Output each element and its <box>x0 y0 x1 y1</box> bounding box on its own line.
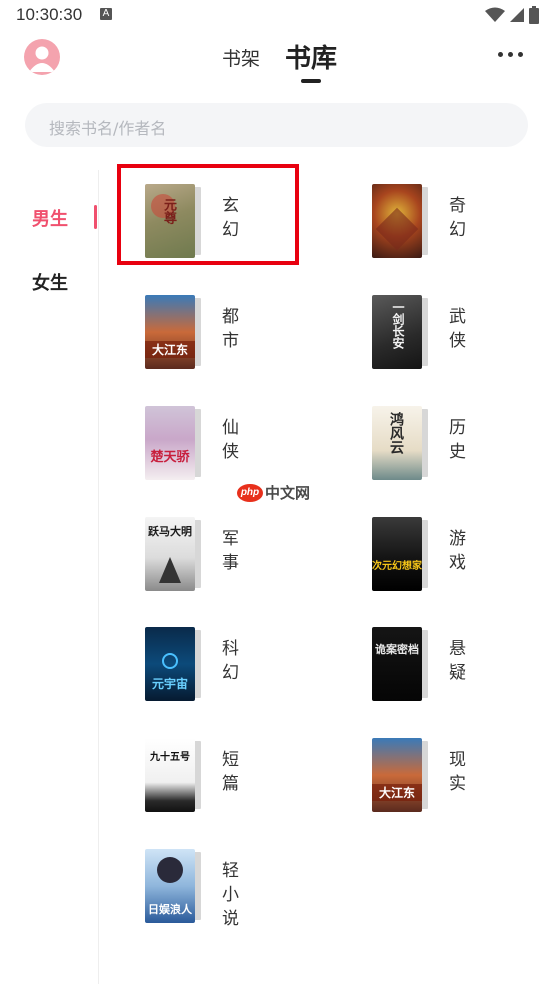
book-cover: 诡案密档 <box>372 627 428 701</box>
user-avatar[interactable] <box>24 39 60 75</box>
category-label: 现实 <box>449 750 466 794</box>
category-label: 军事 <box>222 529 239 573</box>
accessibility-indicator-icon: A <box>100 8 112 20</box>
book-cover: 楚天骄 <box>145 406 201 480</box>
category-label: 轻小说 <box>222 861 239 929</box>
search-placeholder: 搜索书名/作者名 <box>49 119 167 138</box>
status-icons <box>485 6 539 24</box>
book-cover: 九十五号 <box>145 738 201 812</box>
wifi-icon <box>485 7 505 22</box>
category-label: 仙侠 <box>222 418 239 462</box>
category-label: 游戏 <box>449 529 466 573</box>
sidebar-item-female[interactable]: 女生 <box>32 269 68 295</box>
book-cover: 大江东 <box>372 738 428 812</box>
book-cover: 鸿风云 <box>372 406 428 480</box>
category-label: 科幻 <box>222 639 239 683</box>
active-tab-indicator <box>301 79 321 83</box>
search-input[interactable]: 搜索书名/作者名 <box>25 103 528 147</box>
category-label: 历史 <box>449 418 466 462</box>
status-bar: 10:30:30 A <box>0 0 553 32</box>
watermark-text: 中文网 <box>265 484 311 502</box>
category-label: 短篇 <box>222 750 239 794</box>
sidebar-active-indicator <box>94 205 97 229</box>
book-cover: 元宇宙 <box>145 627 201 701</box>
category-label: 都市 <box>222 307 239 351</box>
user-icon <box>29 46 55 72</box>
highlight-annotation <box>117 164 299 265</box>
more-options-icon[interactable] <box>498 52 523 57</box>
book-cover: 大江东 <box>145 295 201 369</box>
sidebar: 男生 女生 <box>0 170 99 984</box>
book-cover <box>372 184 428 258</box>
sidebar-item-male[interactable]: 男生 <box>32 205 68 231</box>
category-label: 悬疑 <box>449 639 466 683</box>
category-label: 武侠 <box>449 307 466 351</box>
book-cover: 次元幻想家 <box>372 517 428 591</box>
tab-library[interactable]: 书库 <box>285 38 337 75</box>
watermark-logo: php <box>237 483 263 502</box>
book-cover: 日娱浪人 <box>145 849 201 923</box>
category-label: 奇幻 <box>449 196 466 240</box>
tab-bookshelf[interactable]: 书架 <box>222 44 260 71</box>
book-cover: 跃马大明 <box>145 517 201 591</box>
signal-icon <box>510 8 524 22</box>
status-time: 10:30:30 <box>16 5 83 24</box>
watermark: php 中文网 <box>237 482 310 503</box>
battery-icon <box>529 6 539 24</box>
book-cover: 一剑长安 <box>372 295 428 369</box>
